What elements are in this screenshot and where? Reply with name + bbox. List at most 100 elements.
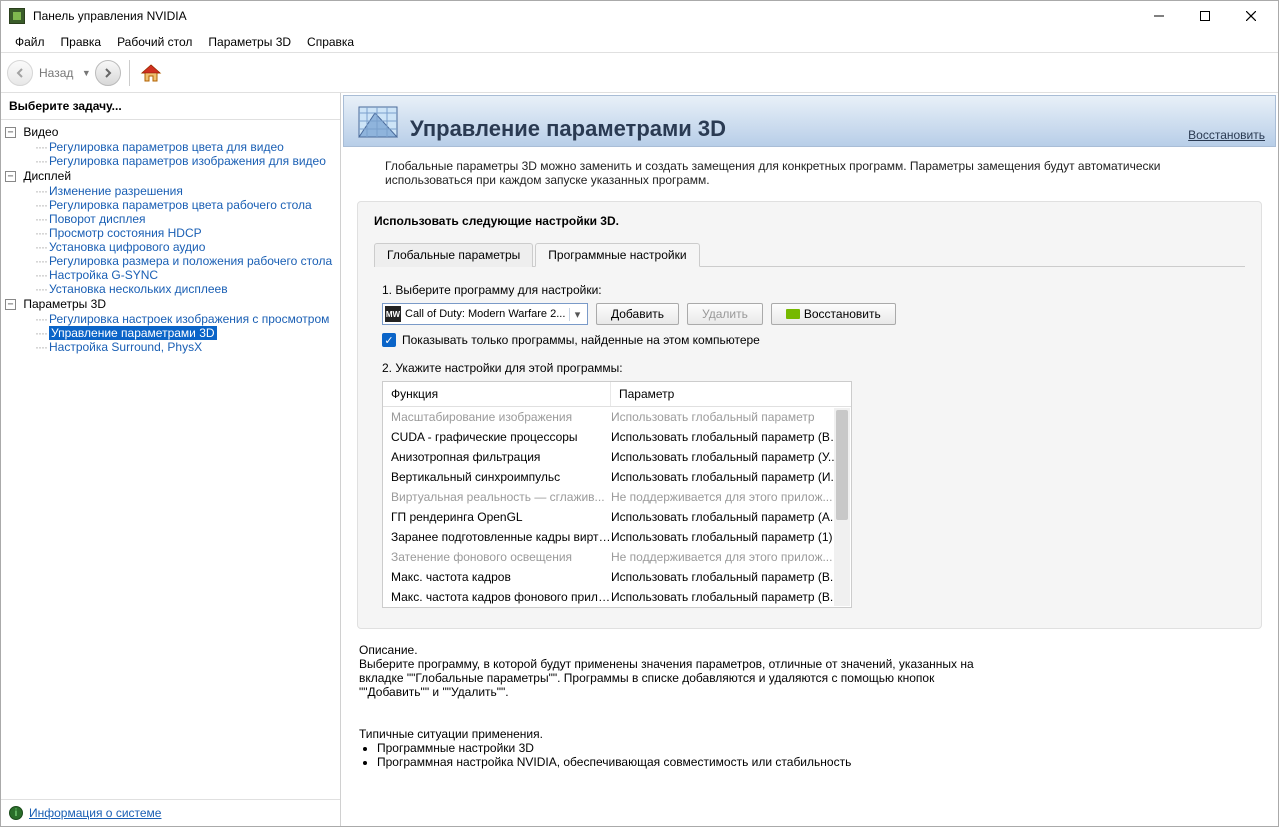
tab-program[interactable]: Программные настройки: [535, 243, 699, 267]
menu-desktop[interactable]: Рабочий стол: [109, 33, 200, 51]
settings-row[interactable]: ГП рендеринга OpenGLИспользовать глобаль…: [383, 507, 851, 527]
settings-param: Использовать глобальный параметр (В...: [611, 590, 843, 604]
restore-button-label: Восстановить: [804, 307, 881, 321]
tree-item[interactable]: Изменение разрешения: [49, 184, 183, 198]
app-icon: [9, 8, 25, 24]
restore-button[interactable]: Восстановить: [771, 303, 896, 325]
program-select[interactable]: MW Call of Duty: Modern Warfare 2... ▾: [382, 303, 588, 325]
page-intro: Глобальные параметры 3D можно заменить и…: [385, 159, 1238, 187]
program-select-value: Call of Duty: Modern Warfare 2...: [405, 308, 569, 320]
nvidia-badge-icon: [786, 309, 800, 319]
tree-item[interactable]: Установка цифрового аудио: [49, 240, 205, 254]
info-icon: i: [9, 806, 23, 820]
settings-function: Затенение фонового освещения: [391, 550, 611, 564]
tree-item[interactable]: Регулировка параметров цвета рабочего ст…: [49, 198, 312, 212]
settings-row[interactable]: Заранее подготовленные кадры вирту...Исп…: [383, 527, 851, 547]
tree-item[interactable]: Поворот дисплея: [49, 212, 146, 226]
settings-row[interactable]: Масштабирование изображенияИспользовать …: [383, 407, 851, 427]
settings-param: Использовать глобальный параметр (У...: [611, 450, 843, 464]
settings-function: Заранее подготовленные кадры вирту...: [391, 530, 611, 544]
tree-item[interactable]: Регулировка параметров изображения для в…: [49, 154, 326, 168]
description-section: Описание. Выберите программу, в которой …: [359, 643, 1260, 769]
tree-item[interactable]: Установка нескольких дисплеев: [49, 282, 228, 296]
menu-3d[interactable]: Параметры 3D: [200, 33, 299, 51]
show-only-found-checkbox[interactable]: ✓: [382, 333, 396, 347]
settings-param: Использовать глобальный параметр (А...: [611, 510, 843, 524]
menu-help[interactable]: Справка: [299, 33, 362, 51]
program-icon: MW: [385, 306, 401, 322]
settings-function: Виртуальная реальность — сглажив...: [391, 490, 611, 504]
settings-row[interactable]: Анизотропная фильтрацияИспользовать глоб…: [383, 447, 851, 467]
settings-row[interactable]: CUDA - графические процессорыИспользоват…: [383, 427, 851, 447]
settings-function: Макс. частота кадров: [391, 570, 611, 584]
tree-item[interactable]: Регулировка размера и положения рабочего…: [49, 254, 332, 268]
system-info-link[interactable]: Информация о системе: [29, 806, 161, 820]
settings-row[interactable]: Виртуальная реальность — сглажив...Не по…: [383, 487, 851, 507]
settings-row[interactable]: Макс. частота кадровИспользовать глобаль…: [383, 567, 851, 587]
settings-row[interactable]: Вертикальный синхроимпульсИспользовать г…: [383, 467, 851, 487]
description-title: Описание.: [359, 643, 1260, 657]
col-param[interactable]: Параметр: [611, 382, 851, 406]
scrollbar[interactable]: [834, 408, 850, 606]
tree-item[interactable]: Просмотр состояния HDCP: [49, 226, 202, 240]
tree-toggle-icon[interactable]: −: [5, 299, 16, 310]
minimize-button[interactable]: [1136, 1, 1182, 31]
chevron-down-icon: ▾: [569, 308, 585, 321]
content: Управление параметрами 3D Восстановить Г…: [341, 93, 1278, 826]
menu-file[interactable]: Файл: [7, 33, 53, 51]
titlebar: Панель управления NVIDIA: [1, 1, 1278, 31]
settings-function: Масштабирование изображения: [391, 410, 611, 424]
forward-button[interactable]: [95, 60, 121, 86]
tree-toggle-icon[interactable]: −: [5, 127, 16, 138]
settings-function: CUDA - графические процессоры: [391, 430, 611, 444]
menu-edit[interactable]: Правка: [53, 33, 110, 51]
settings-table: Функция Параметр Масштабирование изображ…: [382, 381, 852, 608]
settings-param: Не поддерживается для этого прилож...: [611, 550, 843, 564]
settings-function: ГП рендеринга OpenGL: [391, 510, 611, 524]
task-tree: − Видео ····Регулировка параметров цвета…: [1, 120, 340, 799]
settings-row[interactable]: Макс. частота кадров фонового прило...Ис…: [383, 587, 851, 607]
back-dropdown-icon[interactable]: ▼: [79, 68, 93, 78]
tabs: Глобальные параметры Программные настрой…: [374, 242, 1245, 267]
description-body: Выберите программу, в которой будут прим…: [359, 657, 979, 699]
settings-function: Макс. частота кадров фонового прило...: [391, 590, 611, 604]
settings-function: Вертикальный синхроимпульс: [391, 470, 611, 484]
tree-group-3d[interactable]: Параметры 3D: [23, 297, 106, 311]
tree-item[interactable]: Регулировка настроек изображения с просм…: [49, 312, 329, 326]
usage-item: Программная настройка NVIDIA, обеспечива…: [377, 755, 1260, 769]
tree-group-video[interactable]: Видео: [23, 125, 58, 139]
tree-item[interactable]: Настройка Surround, PhysX: [49, 340, 202, 354]
usage-item: Программные настройки 3D: [377, 741, 1260, 755]
window-title: Панель управления NVIDIA: [33, 9, 1136, 23]
page-header: Управление параметрами 3D Восстановить: [343, 95, 1276, 147]
tree-toggle-icon[interactable]: −: [5, 171, 16, 182]
tab-global[interactable]: Глобальные параметры: [374, 243, 533, 267]
add-button[interactable]: Добавить: [596, 303, 679, 325]
sidebar: Выберите задачу... − Видео ····Регулиров…: [1, 93, 341, 826]
remove-button[interactable]: Удалить: [687, 303, 763, 325]
maximize-button[interactable]: [1182, 1, 1228, 31]
settings-row[interactable]: Затенение фонового освещенияНе поддержив…: [383, 547, 851, 567]
close-button[interactable]: [1228, 1, 1274, 31]
page-title: Управление параметрами 3D: [410, 116, 1188, 142]
show-only-found-label: Показывать только программы, найденные н…: [402, 333, 760, 347]
step2-label: 2. Укажите настройки для этой программы:: [382, 361, 1237, 375]
tree-item-selected[interactable]: Управление параметрами 3D: [49, 326, 217, 340]
panel-title: Использовать следующие настройки 3D.: [374, 214, 1245, 228]
settings-param: Использовать глобальный параметр (И...: [611, 470, 843, 484]
scrollbar-thumb[interactable]: [836, 410, 848, 520]
tree-item[interactable]: Настройка G-SYNC: [49, 268, 158, 282]
settings-param: Использовать глобальный параметр (В...: [611, 570, 843, 584]
tree-item[interactable]: Регулировка параметров цвета для видео: [49, 140, 284, 154]
col-function[interactable]: Функция: [383, 382, 611, 406]
back-button[interactable]: [7, 60, 33, 86]
settings-param: Не поддерживается для этого прилож...: [611, 490, 843, 504]
step1-label: 1. Выберите программу для настройки:: [382, 283, 1237, 297]
settings-param: Использовать глобальный параметр (Все): [611, 430, 843, 444]
settings-param: Использовать глобальный параметр (1): [611, 530, 843, 544]
home-button[interactable]: [138, 60, 164, 86]
restore-defaults-link[interactable]: Восстановить: [1188, 128, 1265, 142]
tree-group-display[interactable]: Дисплей: [23, 169, 71, 183]
settings-panel: Использовать следующие настройки 3D. Гло…: [357, 201, 1262, 629]
settings-function: Анизотропная фильтрация: [391, 450, 611, 464]
